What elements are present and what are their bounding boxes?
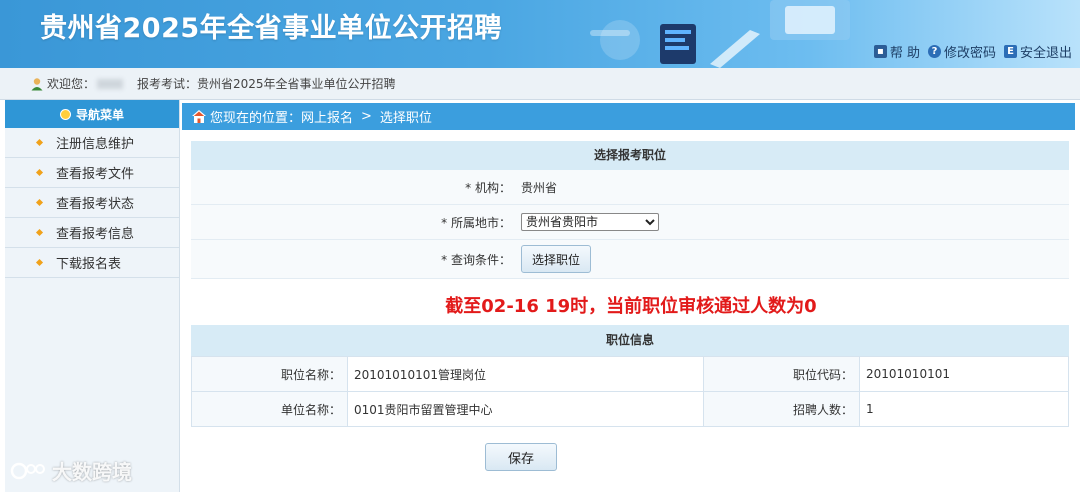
hire-count-value: 1	[859, 391, 1069, 427]
top-links: ▪ 帮 助 ? 修改密码 E 安全退出	[873, 42, 1072, 61]
header-banner: 贵州省2025年全省事业单位公开招聘 ▪ 帮 助 ? 修改密码 E 安全退出	[0, 0, 1080, 68]
select-panel-title: 选择报考职位	[191, 141, 1069, 170]
review-count-notice: 截至02-16 19时，当前职位审核通过人数为0	[445, 296, 817, 317]
watermark: 大数跨境	[10, 456, 132, 485]
position-code-value: 20101010101	[859, 356, 1069, 392]
menu-dot-icon	[59, 108, 71, 120]
watermark-logo-icon	[10, 462, 45, 479]
change-password-link[interactable]: ? 修改密码	[927, 42, 996, 61]
welcome-greeting: 欢迎您：	[47, 77, 96, 91]
city-row: * 所属地市： 贵州省贵阳市	[191, 205, 1069, 240]
position-name-value: 20101010101管理岗位	[347, 356, 704, 392]
breadcrumb-separator: >	[361, 109, 372, 124]
bullet-icon	[35, 228, 44, 237]
sidebar-item-exam-info[interactable]: 查看报考信息	[5, 218, 179, 248]
user-icon	[31, 77, 43, 90]
welcome-bar: 欢迎您： 报考考试：贵州省2025年全省事业单位公开招聘	[0, 68, 1080, 100]
lock-icon: ▪	[873, 45, 887, 58]
org-row: * 机构： 贵州省	[191, 170, 1069, 205]
home-icon	[192, 110, 206, 123]
choose-position-button[interactable]: 选择职位	[521, 245, 591, 273]
logout-link[interactable]: E 安全退出	[1003, 42, 1072, 61]
exam-label: 报考考试：贵州省2025年全省事业单位公开招聘	[137, 77, 396, 91]
main-content: 您现在的位置：网上报名 > 选择职位 选择报考职位 * 机构： 贵州省 * 所属…	[182, 100, 1080, 492]
nav-list: 注册信息维护 查看报考文件 查看报考状态 查看报考信息 下载报名表	[5, 128, 179, 278]
sidebar-item-exam-status[interactable]: 查看报考状态	[5, 188, 179, 218]
org-label: * 机构：	[465, 180, 511, 195]
sidebar-item-label: 查看报考信息	[56, 227, 135, 242]
city-label: * 所属地市：	[441, 215, 511, 230]
user-name-redacted	[97, 78, 124, 89]
help-link-label: 帮 助	[889, 46, 920, 61]
bullet-icon	[35, 168, 44, 177]
city-select[interactable]: 贵州省贵阳市	[521, 213, 659, 231]
position-code-label: 职位代码：	[703, 356, 860, 392]
save-button[interactable]: 保存	[485, 443, 557, 471]
unit-name-value: 0101贵阳市留置管理中心	[347, 391, 704, 427]
sidebar-item-download-form[interactable]: 下载报名表	[5, 248, 179, 278]
breadcrumb: 您现在的位置：网上报名 > 选择职位	[182, 103, 1075, 130]
change-password-label: 修改密码	[943, 46, 996, 61]
sidebar-item-label: 查看报考状态	[56, 197, 135, 212]
position-info-panel: 职位信息 职位名称： 20101010101管理岗位 职位代码： 2010101…	[191, 325, 1069, 427]
exit-icon: E	[1003, 45, 1017, 58]
select-position-panel: 选择报考职位 * 机构： 贵州省 * 所属地市： 贵州省贵阳市 * 查询条件： …	[191, 141, 1069, 279]
bullet-icon	[35, 258, 44, 267]
sidebar-item-label: 注册信息维护	[56, 137, 135, 152]
watermark-text: 大数跨境	[52, 460, 132, 484]
breadcrumb-prefix: 您现在的位置：网上报名	[210, 111, 354, 126]
position-name-label: 职位名称：	[191, 356, 348, 392]
site-title: 贵州省2025年全省事业单位公开招聘	[40, 13, 503, 44]
unit-name-label: 单位名称：	[191, 391, 348, 427]
bullet-icon	[35, 138, 44, 147]
banner-illustration	[590, 0, 850, 68]
sidebar-header: 导航菜单	[5, 100, 179, 128]
logout-label: 安全退出	[1019, 46, 1072, 61]
org-value: 贵州省	[521, 180, 558, 195]
query-row: * 查询条件： 选择职位	[191, 240, 1069, 279]
help-link[interactable]: ▪ 帮 助	[873, 42, 920, 61]
table-row: 职位名称： 20101010101管理岗位 职位代码： 20101010101	[191, 356, 1069, 392]
sidebar-title: 导航菜单	[75, 107, 124, 122]
bullet-icon	[35, 198, 44, 207]
hire-count-label: 招聘人数：	[703, 391, 860, 427]
sidebar: 导航菜单 注册信息维护 查看报考文件 查看报考状态 查看报考信息 下载报名表	[5, 100, 180, 492]
sidebar-item-label: 下载报名表	[56, 257, 122, 272]
table-row: 单位名称： 0101贵阳市留置管理中心 招聘人数： 1	[191, 391, 1069, 427]
sidebar-item-exam-files[interactable]: 查看报考文件	[5, 158, 179, 188]
sidebar-item-label: 查看报考文件	[56, 167, 135, 182]
position-info-title: 职位信息	[191, 325, 1069, 356]
breadcrumb-current: 选择职位	[379, 111, 432, 126]
help-circle-icon: ?	[927, 45, 941, 58]
position-info-table: 职位名称： 20101010101管理岗位 职位代码： 20101010101 …	[191, 356, 1069, 427]
query-label: * 查询条件：	[441, 252, 511, 267]
sidebar-item-registration-info[interactable]: 注册信息维护	[5, 128, 179, 158]
